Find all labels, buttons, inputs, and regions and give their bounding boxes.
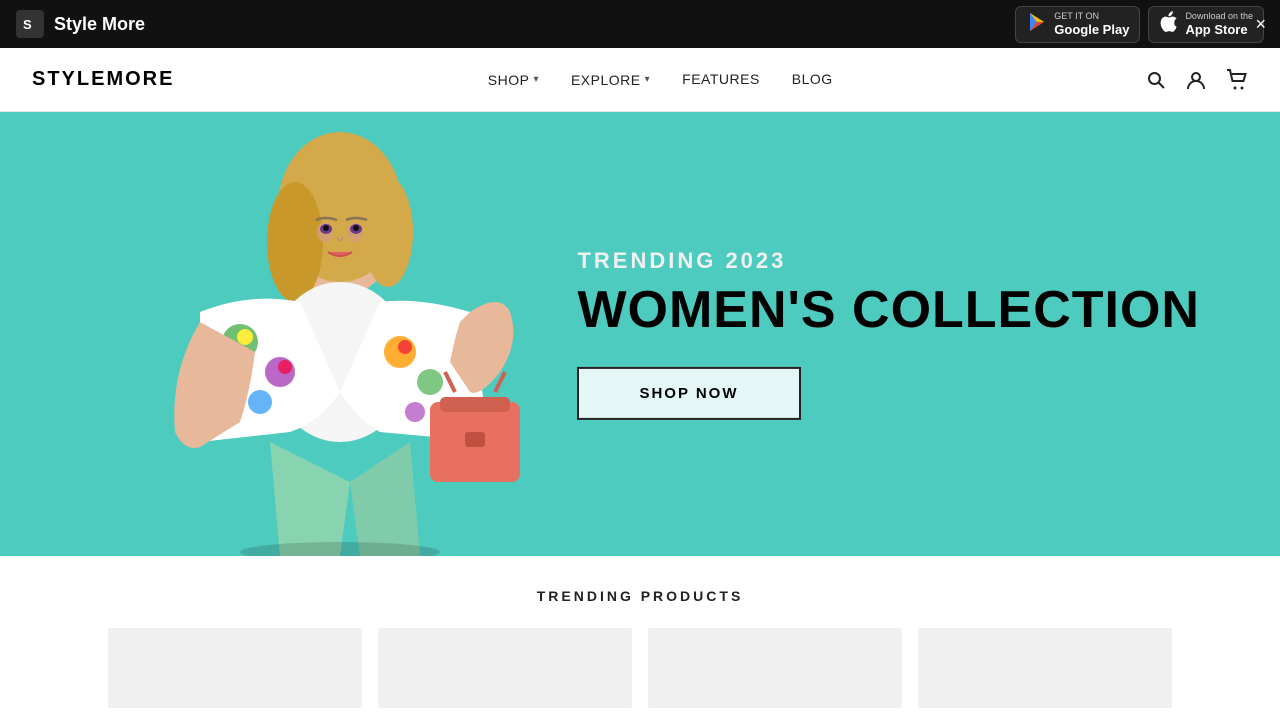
google-play-label: Google Play <box>1054 22 1129 38</box>
app-store-icon <box>1159 11 1179 38</box>
cart-button[interactable] <box>1226 69 1248 91</box>
login-button[interactable] <box>1186 70 1206 90</box>
explore-chevron-icon: ▾ <box>645 74 651 85</box>
app-store-text: Download on the App Store <box>1185 11 1253 37</box>
nav-link-blog[interactable]: BLOG <box>792 71 833 87</box>
navbar-actions <box>1146 69 1248 91</box>
svg-text:S: S <box>23 17 32 32</box>
app-store-label: App Store <box>1185 22 1253 38</box>
product-card-1[interactable] <box>108 628 362 708</box>
shop-chevron-icon: ▾ <box>533 74 539 85</box>
nav-link-features[interactable]: FEATURES <box>682 71 760 87</box>
app-store-small-label: Download on the <box>1185 11 1253 22</box>
hero-subtitle: TRENDING 2023 <box>577 248 1200 274</box>
banner-close-button[interactable]: × <box>1249 13 1272 35</box>
google-play-small-label: GET IT ON <box>1054 11 1129 22</box>
banner-logo-group: S Style More <box>16 10 145 38</box>
nav-link-shop[interactable]: SHOP ▾ <box>488 72 539 88</box>
nav-item-explore[interactable]: EXPLORE ▾ <box>571 72 650 88</box>
hero-section: TRENDING 2023 WOMEN'S COLLECTION SHOP NO… <box>0 112 1280 556</box>
product-card-2[interactable] <box>378 628 632 708</box>
hero-model-image <box>0 112 580 556</box>
google-play-button[interactable]: GET IT ON Google Play <box>1015 6 1140 43</box>
hero-content: TRENDING 2023 WOMEN'S COLLECTION SHOP NO… <box>577 248 1200 420</box>
cart-icon <box>1226 69 1248 91</box>
user-icon <box>1186 70 1206 90</box>
app-buttons-group: GET IT ON Google Play Download on the Ap… <box>1015 6 1264 43</box>
product-card-4[interactable] <box>918 628 1172 708</box>
products-grid <box>0 628 1280 708</box>
nav-item-blog[interactable]: BLOG <box>792 71 833 89</box>
products-section-title: TRENDING PRODUCTS <box>0 588 1280 604</box>
search-button[interactable] <box>1146 70 1166 90</box>
google-play-text: GET IT ON Google Play <box>1054 11 1129 37</box>
main-nav: SHOP ▾ EXPLORE ▾ FEATURES BLOG <box>488 71 833 89</box>
top-banner: S Style More GET IT ON Google Play <box>0 0 1280 48</box>
brand-logo[interactable]: STYLEMORE <box>32 68 174 91</box>
nav-item-shop[interactable]: SHOP ▾ <box>488 72 539 88</box>
app-store-button[interactable]: Download on the App Store <box>1148 6 1264 43</box>
nav-item-features[interactable]: FEATURES <box>682 71 760 89</box>
logo-icon: S <box>16 10 44 38</box>
main-navbar: STYLEMORE SHOP ▾ EXPLORE ▾ FEATURES BLOG <box>0 48 1280 112</box>
hero-title: WOMEN'S COLLECTION <box>577 282 1200 339</box>
google-play-icon <box>1026 11 1048 38</box>
products-section: TRENDING PRODUCTS <box>0 556 1280 708</box>
shop-now-button[interactable]: SHOP NOW <box>577 367 800 420</box>
search-icon <box>1146 70 1166 90</box>
product-card-3[interactable] <box>648 628 902 708</box>
banner-title: Style More <box>54 14 145 35</box>
nav-link-explore[interactable]: EXPLORE ▾ <box>571 72 650 88</box>
